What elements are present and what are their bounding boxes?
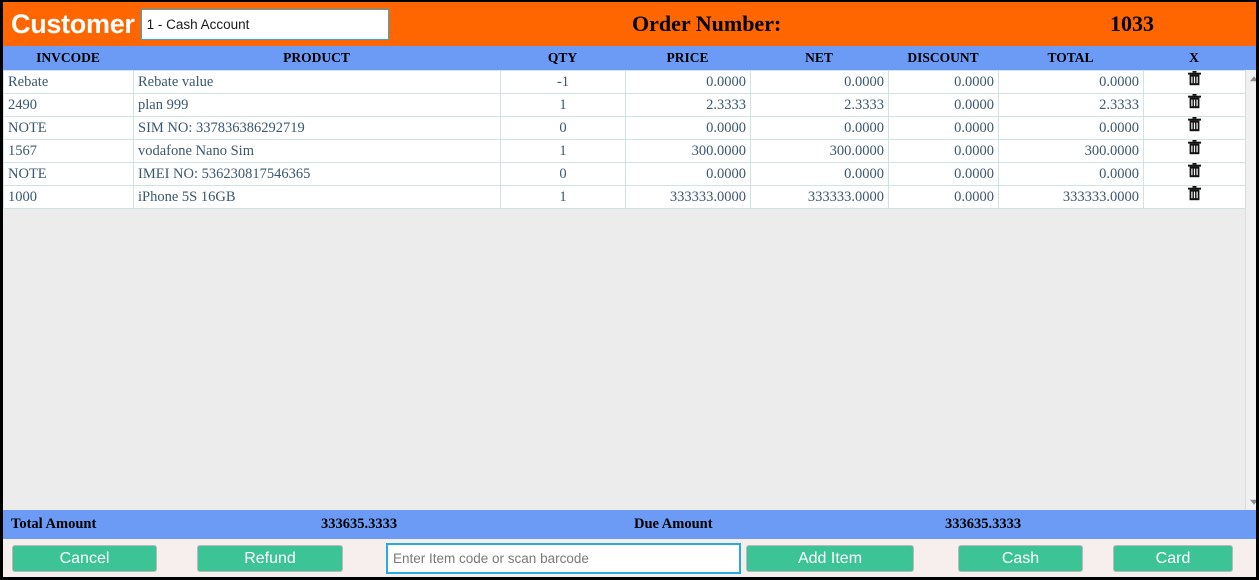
due-amount-value: 333635.3333 xyxy=(945,516,1022,532)
trash-icon[interactable] xyxy=(1148,71,1241,93)
order-number-label: Order Number: xyxy=(632,11,782,36)
cell-delete xyxy=(1143,139,1246,163)
cell-total: 0.0000 xyxy=(998,70,1144,94)
cell-total: 0.0000 xyxy=(998,162,1144,186)
refund-button[interactable]: Refund xyxy=(197,545,343,572)
cell-price: 333333.0000 xyxy=(625,185,751,209)
trash-icon[interactable] xyxy=(1148,186,1241,208)
column-header-product[interactable]: PRODUCT xyxy=(133,46,500,70)
cell-qty: 0 xyxy=(500,162,626,186)
cell-price: 0.0000 xyxy=(625,162,751,186)
total-amount-value: 333635.3333 xyxy=(321,516,398,532)
grid-vertical-scrollbar[interactable] xyxy=(1245,70,1256,510)
cell-net: 300.0000 xyxy=(750,139,889,163)
customer-input[interactable] xyxy=(140,8,389,40)
cell-delete xyxy=(1143,70,1246,94)
cell-price: 0.0000 xyxy=(625,116,751,140)
cell-product: SIM NO: 337836386292719 xyxy=(133,116,501,140)
pos-order-screen: Customer Order Number: 1033 INVCODE PROD… xyxy=(0,0,1259,580)
due-amount-label: Due Amount xyxy=(634,516,713,532)
cell-qty: -1 xyxy=(500,70,626,94)
table-header-row: INVCODE PRODUCT QTY PRICE NET DISCOUNT T… xyxy=(3,46,1256,70)
cell-qty: 1 xyxy=(500,139,626,163)
cancel-button[interactable]: Cancel xyxy=(12,545,157,572)
cell-total: 2.3333 xyxy=(998,93,1144,117)
cell-invcode: 1567 xyxy=(3,139,134,163)
column-header-qty[interactable]: QTY xyxy=(500,46,625,70)
cell-product: vodafone Nano Sim xyxy=(133,139,501,163)
add-item-button[interactable]: Add Item xyxy=(746,545,914,572)
cell-qty: 1 xyxy=(500,93,626,117)
cell-net: 0.0000 xyxy=(750,116,889,140)
cell-invcode: 2490 xyxy=(3,93,134,117)
cell-total: 300.0000 xyxy=(998,139,1144,163)
column-header-invcode[interactable]: INVCODE xyxy=(3,46,133,70)
order-items-table: Rebate Rebate value -1 0.0000 0.0000 0.0000 0.… xyxy=(3,70,1246,209)
barcode-input[interactable] xyxy=(386,543,741,574)
cell-invcode: NOTE xyxy=(3,162,134,186)
card-button[interactable]: Card xyxy=(1113,545,1233,572)
cell-discount: 0.0000 xyxy=(888,185,999,209)
column-header-total[interactable]: TOTAL xyxy=(998,46,1143,70)
order-header-bar: Customer Order Number: 1033 xyxy=(3,2,1256,46)
table-row[interactable]: NOTE IMEI NO: 536230817546365 0 0.0000 0.000… xyxy=(3,162,1246,186)
column-header-delete[interactable]: X xyxy=(1143,46,1245,70)
trash-icon[interactable] xyxy=(1148,140,1241,162)
trash-icon[interactable] xyxy=(1148,117,1241,139)
cell-invcode: 1000 xyxy=(3,185,134,209)
cell-product: IMEI NO: 536230817546365 xyxy=(133,162,501,186)
table-row[interactable]: 2490 plan 999 1 2.3333 2.3333 0.0000 2.3333 xyxy=(3,93,1246,117)
action-button-bar: Cancel Refund Add Item Cash Card xyxy=(3,539,1256,577)
cash-button[interactable]: Cash xyxy=(958,545,1083,572)
cell-discount: 0.0000 xyxy=(888,139,999,163)
cell-total: 333333.0000 xyxy=(998,185,1144,209)
cell-qty: 0 xyxy=(500,116,626,140)
cell-product: Rebate value xyxy=(133,70,501,94)
column-header-net[interactable]: NET xyxy=(750,46,888,70)
cell-net: 333333.0000 xyxy=(750,185,889,209)
cell-price: 0.0000 xyxy=(625,70,751,94)
cell-price: 2.3333 xyxy=(625,93,751,117)
cell-net: 2.3333 xyxy=(750,93,889,117)
scroll-down-arrow-icon[interactable] xyxy=(1246,493,1256,510)
cell-qty: 1 xyxy=(500,185,626,209)
cell-total: 0.0000 xyxy=(998,116,1144,140)
order-items-scroll-area: Rebate Rebate value -1 0.0000 0.0000 0.0000 0.… xyxy=(3,70,1246,510)
table-row[interactable]: 1000 iPhone 5S 16GB 1 333333.0000 333333.000… xyxy=(3,185,1246,209)
trash-icon[interactable] xyxy=(1148,163,1241,185)
cell-invcode: NOTE xyxy=(3,116,134,140)
cell-discount: 0.0000 xyxy=(888,93,999,117)
cell-delete xyxy=(1143,162,1246,186)
cell-discount: 0.0000 xyxy=(888,116,999,140)
table-row[interactable]: 1567 vodafone Nano Sim 1 300.0000 300.0000 0.… xyxy=(3,139,1246,163)
cell-discount: 0.0000 xyxy=(888,70,999,94)
order-number-area: Order Number: 1033 xyxy=(623,2,1243,46)
scroll-up-arrow-icon[interactable] xyxy=(1246,70,1256,87)
trash-icon[interactable] xyxy=(1148,94,1241,116)
cell-invcode: Rebate xyxy=(3,70,134,94)
cell-delete xyxy=(1143,116,1246,140)
table-row[interactable]: NOTE SIM NO: 337836386292719 0 0.0000 0.0000… xyxy=(3,116,1246,140)
total-amount-label: Total Amount xyxy=(11,516,97,532)
cell-delete xyxy=(1143,93,1246,117)
cell-product: plan 999 xyxy=(133,93,501,117)
table-row[interactable]: Rebate Rebate value -1 0.0000 0.0000 0.0000 0.… xyxy=(3,70,1246,94)
cell-net: 0.0000 xyxy=(750,162,889,186)
totals-bar: Total Amount 333635.3333 Due Amount 3336… xyxy=(3,510,1256,539)
cell-net: 0.0000 xyxy=(750,70,889,94)
column-header-price[interactable]: PRICE xyxy=(625,46,750,70)
cell-price: 300.0000 xyxy=(625,139,751,163)
customer-label: Customer xyxy=(11,8,135,39)
cell-discount: 0.0000 xyxy=(888,162,999,186)
order-items-grid: Rebate Rebate value -1 0.0000 0.0000 0.0000 0.… xyxy=(3,70,1256,510)
cell-product: iPhone 5S 16GB xyxy=(133,185,501,209)
cell-delete xyxy=(1143,185,1246,209)
column-header-discount[interactable]: DISCOUNT xyxy=(888,46,998,70)
order-number-value: 1033 xyxy=(1110,11,1154,36)
